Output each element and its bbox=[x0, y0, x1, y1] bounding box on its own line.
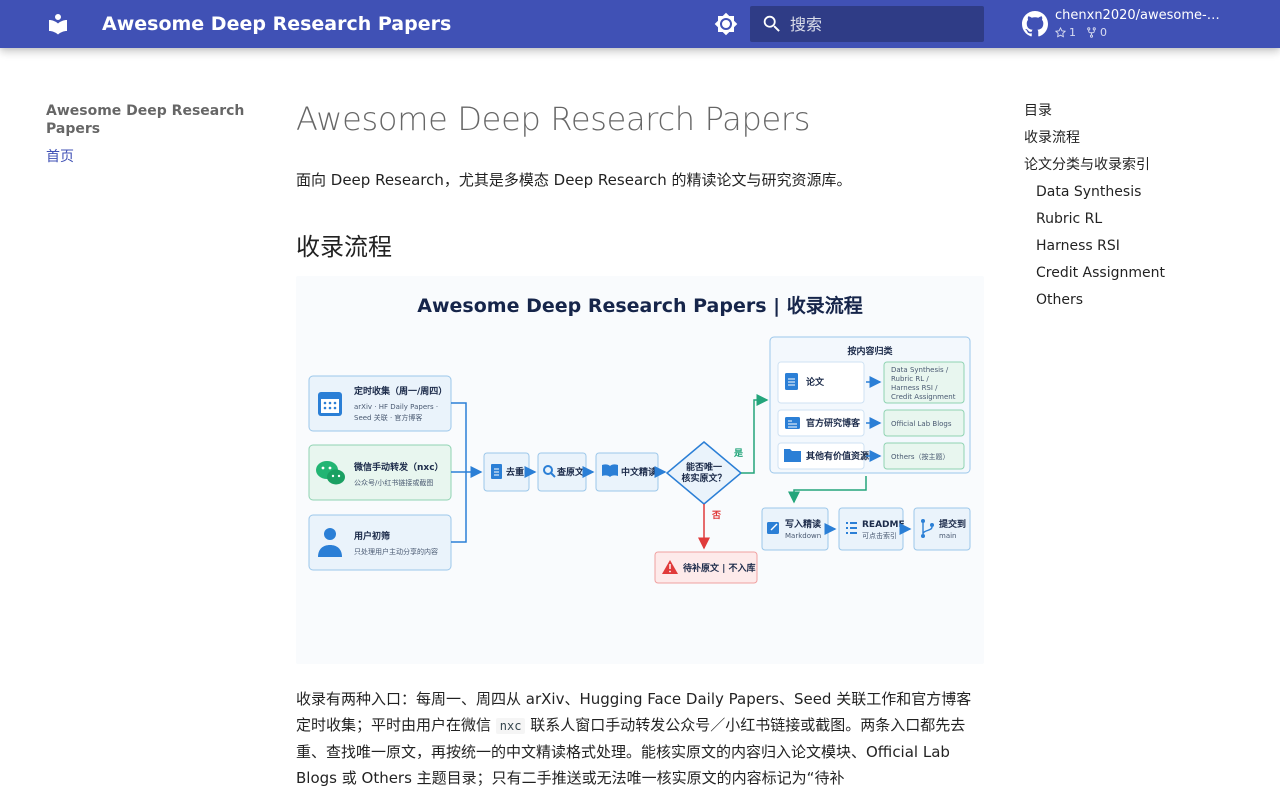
yes-connector bbox=[741, 394, 769, 474]
toc-item-others[interactable]: Others bbox=[1024, 291, 1224, 309]
forks-count: 0 bbox=[1100, 26, 1107, 39]
search-box[interactable] bbox=[750, 6, 984, 42]
main-content: Awesome Deep Research Papers 面向 Deep Res… bbox=[296, 96, 984, 791]
category-target: Harness RSI / bbox=[891, 384, 938, 392]
search-icon bbox=[763, 15, 780, 32]
star-icon bbox=[1055, 27, 1066, 38]
reject-box: 待补原文 | 不入库 bbox=[654, 551, 758, 584]
workflow-diagram-svg: Awesome Deep Research Papers | 收录流程 定时收集… bbox=[308, 294, 971, 584]
step-close-read: 中文精读 bbox=[595, 452, 659, 492]
output-line: 可点击索引 bbox=[862, 531, 897, 540]
book-logo-icon[interactable] bbox=[46, 12, 70, 36]
decision-line: 能否唯一 bbox=[686, 461, 722, 473]
workflow-paragraph: 收录有两种入口：每周一、周四从 arXiv、Hugging Face Daily… bbox=[296, 686, 984, 791]
workflow-diagram: Awesome Deep Research Papers | 收录流程 定时收集… bbox=[296, 276, 984, 664]
category-target: Official Lab Blogs bbox=[891, 420, 952, 428]
classify-title: 按内容归类 bbox=[847, 345, 893, 357]
output-readme: README 可点击索引 bbox=[838, 507, 905, 551]
source-box-wechat: 微信手动转发（nxc） 公众号/小红书链接或截图 bbox=[308, 444, 452, 501]
yes-label: 是 bbox=[733, 448, 744, 459]
decision-diamond: 能否唯一 核实原文？ bbox=[665, 441, 743, 505]
repo-link[interactable]: chenxn2020/awesome-deep-research-papers … bbox=[1022, 6, 1242, 42]
source-sub: Seed 关联 · 官方博客 bbox=[354, 413, 422, 422]
open-book-icon bbox=[602, 464, 618, 477]
output-line: 写入精读 bbox=[785, 518, 821, 530]
source-box-user: 用户初筛 只处理用户主动分享的内容 bbox=[308, 514, 452, 571]
github-icon bbox=[1022, 11, 1048, 37]
output-write-markdown: 写入精读 Markdown bbox=[761, 507, 829, 551]
category-label: 论文 bbox=[806, 376, 825, 388]
output-line: main bbox=[939, 532, 957, 540]
source-title: 微信手动转发（nxc） bbox=[353, 461, 444, 473]
step-dedupe: 去重 bbox=[483, 452, 530, 492]
toc-title: 目录 bbox=[1024, 103, 1052, 119]
toc-item-harness-rsi[interactable]: Harness RSI bbox=[1024, 237, 1224, 255]
source-title: 定时收集（周一/周四） bbox=[353, 385, 447, 397]
source-title: 用户初筛 bbox=[353, 530, 390, 542]
brightness-toggle-icon[interactable] bbox=[714, 12, 738, 36]
section-heading-workflow: 收录流程 bbox=[296, 233, 392, 261]
blog-icon bbox=[785, 417, 800, 429]
output-commit: 提交到 main bbox=[913, 507, 971, 551]
step-label: 中文精读 bbox=[621, 466, 657, 478]
document-icon bbox=[491, 464, 502, 479]
table-of-contents: 目录 收录流程 论文分类与收录索引 Data Synthesis Rubric … bbox=[1024, 102, 1224, 309]
toc-item-categories[interactable]: 论文分类与收录索引 bbox=[1024, 156, 1224, 174]
reject-label: 待补原文 | 不入库 bbox=[683, 562, 756, 574]
toc-item-data-synthesis[interactable]: Data Synthesis bbox=[1024, 183, 1224, 201]
source-sub: arXiv · HF Daily Papers · bbox=[354, 403, 438, 411]
category-label: 其他有价值资源 bbox=[806, 450, 869, 462]
output-line: 提交到 bbox=[939, 518, 966, 530]
intro-paragraph: 面向 Deep Research，尤其是多模态 Deep Research 的精… bbox=[296, 171, 852, 189]
source-sub: 公众号/小红书链接或截图 bbox=[354, 478, 433, 487]
diagram-title: Awesome Deep Research Papers | 收录流程 bbox=[417, 294, 862, 317]
step-find-source: 查原文 bbox=[537, 452, 587, 492]
nav-item-home[interactable]: 首页 bbox=[46, 148, 246, 166]
edit-icon bbox=[767, 522, 779, 534]
classify-panel: 按内容归类 论文 Data Synthesis / Rubric RL / Ha… bbox=[769, 336, 971, 474]
top-header: Awesome Deep Research Papers chenxn2020/… bbox=[0, 0, 1280, 48]
category-target: Rubric RL / bbox=[891, 375, 929, 383]
repo-forks: 0 bbox=[1086, 25, 1107, 40]
fork-icon bbox=[1087, 27, 1096, 38]
toc-item-rubric-rl[interactable]: Rubric RL bbox=[1024, 210, 1224, 228]
output-connector bbox=[788, 476, 867, 504]
calendar-icon bbox=[318, 392, 342, 416]
repo-stars: 1 bbox=[1055, 25, 1076, 40]
toc-item-workflow[interactable]: 收录流程 bbox=[1024, 129, 1224, 147]
step-label: 去重 bbox=[506, 466, 524, 478]
repo-name: chenxn2020/awesome-deep-research-papers bbox=[1055, 8, 1227, 23]
step-label: 查原文 bbox=[556, 466, 585, 478]
page-title: Awesome Deep Research Papers bbox=[296, 100, 811, 138]
inline-code: nxc bbox=[495, 718, 526, 734]
source-sub: 只处理用户主动分享的内容 bbox=[354, 547, 438, 556]
toc-item-credit-assignment[interactable]: Credit Assignment bbox=[1024, 264, 1224, 282]
search-input[interactable] bbox=[790, 6, 980, 42]
category-target: Credit Assignment bbox=[891, 393, 956, 401]
category-target: Others（按主题） bbox=[891, 452, 950, 461]
stars-count: 1 bbox=[1069, 26, 1076, 39]
output-line: Markdown bbox=[785, 532, 821, 540]
no-label: 否 bbox=[711, 510, 721, 521]
merge-connector bbox=[451, 402, 481, 543]
decision-line: 核实原文？ bbox=[681, 472, 726, 484]
output-line: README bbox=[862, 520, 905, 530]
category-target: Data Synthesis / bbox=[891, 366, 949, 374]
source-box-scheduled: 定时收集（周一/周四） arXiv · HF Daily Papers · Se… bbox=[308, 375, 452, 432]
site-title[interactable]: Awesome Deep Research Papers bbox=[102, 12, 451, 36]
paper-icon bbox=[785, 373, 798, 390]
category-label: 官方研究博客 bbox=[806, 417, 861, 429]
nav-title: Awesome Deep Research Papers bbox=[46, 103, 245, 137]
primary-sidebar: Awesome Deep Research Papers 首页 bbox=[46, 102, 246, 166]
repo-facts: 1 0 bbox=[1055, 25, 1107, 40]
